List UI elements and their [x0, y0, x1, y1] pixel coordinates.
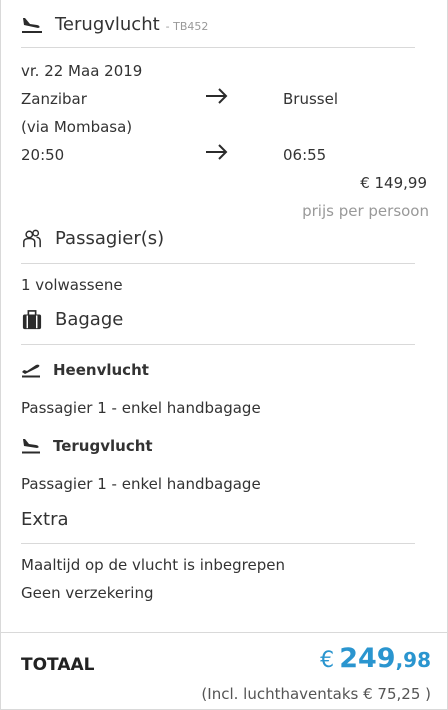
- total-label: TOTAAL: [21, 655, 95, 675]
- baggage-outbound-header: Heenvlucht: [21, 361, 149, 379]
- flight-destination: Brussel: [283, 90, 338, 108]
- return-label: Terugvlucht: [53, 437, 153, 455]
- total-price: € 249,98: [320, 643, 431, 674]
- airport-tax-note: (Incl. luchthaventaks € 75,25 ): [201, 685, 431, 703]
- extra-title: Extra: [21, 509, 69, 530]
- return-baggage-detail: Passagier 1 - enkel handbagage: [21, 475, 261, 493]
- extra-item: Maaltijd op de vlucht is inbegrepen: [21, 556, 285, 574]
- booking-summary-panel: Terugvlucht - TB452 vr. 22 Maa 2019 Zanz…: [0, 0, 448, 710]
- divider: [21, 543, 415, 544]
- baggage-header: Bagage: [21, 309, 415, 330]
- extra-item: Geen verzekering: [21, 584, 154, 602]
- total-currency: €: [320, 648, 335, 673]
- arrive-time: 06:55: [283, 146, 327, 164]
- flight-origin: Zanzibar: [21, 90, 87, 108]
- price-note: prijs per persoon: [302, 202, 429, 220]
- passengers-title: Passagier(s): [55, 228, 165, 249]
- divider: [21, 344, 415, 345]
- total-section: TOTAAL € 249,98 (Incl. luchthaventaks € …: [1, 632, 448, 710]
- divider: [21, 47, 415, 48]
- flight-price: € 149,99: [360, 174, 427, 192]
- suitcase-icon: [21, 309, 43, 330]
- plane-takeoff-icon: [21, 362, 41, 378]
- return-flight-title: Terugvlucht: [55, 14, 160, 35]
- baggage-title: Bagage: [55, 309, 124, 330]
- outbound-baggage-detail: Passagier 1 - enkel handbagage: [21, 399, 261, 417]
- passengers-header: Passagier(s): [21, 228, 415, 249]
- passengers-icon: [21, 229, 43, 249]
- baggage-return-header: Terugvlucht: [21, 437, 153, 455]
- divider: [21, 263, 415, 264]
- flight-via: (via Mombasa): [21, 118, 133, 136]
- arrow-right-icon: [205, 142, 229, 162]
- total-integer: 249: [339, 643, 396, 674]
- plane-landing-icon: [21, 15, 43, 35]
- outbound-label: Heenvlucht: [53, 361, 149, 379]
- total-decimal: ,98: [395, 648, 431, 672]
- flight-code: - TB452: [165, 20, 209, 33]
- return-flight-header: Terugvlucht - TB452: [21, 14, 415, 35]
- arrow-right-icon: [205, 86, 229, 106]
- depart-time: 20:50: [21, 146, 65, 164]
- passenger-summary: 1 volwassene: [21, 276, 123, 294]
- flight-date: vr. 22 Maa 2019: [21, 62, 143, 80]
- plane-landing-icon: [21, 438, 41, 454]
